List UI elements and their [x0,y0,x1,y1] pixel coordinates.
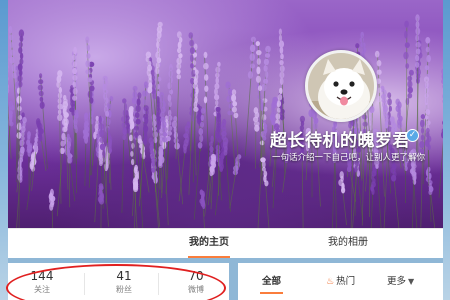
lavender-field-illustration [8,14,443,228]
page-background-left [0,0,8,300]
verified-icon: ✓ [406,129,419,142]
avatar[interactable] [305,50,377,122]
fire-icon: ♨ [326,277,335,287]
tab-my-album[interactable]: 我的相册 [318,229,378,258]
page-background-right [443,0,450,300]
chevron-down-icon: ▼ [408,277,415,286]
profile-header-card: 超长待机的魄罗君 ✓ 一句话介绍一下自己吧，让别人更了解你 我的主页 我的相册 [8,0,443,258]
filter-more-label: 更多 [387,276,407,287]
tab-my-home[interactable]: 我的主页 [184,229,234,258]
profile-bio[interactable]: 一句话介绍一下自己吧，让别人更了解你 [272,151,425,163]
profile-nickname: 超长待机的魄罗君 [270,131,410,151]
feed-filter-bar: 全部 ♨ 热门 更多 ▼ [238,263,443,300]
filter-hot-label: 热门 [336,276,356,287]
filter-more-dropdown[interactable]: 更多 ▼ [387,273,414,287]
cover-image [8,0,443,228]
filter-hot-tab[interactable]: ♨ 热门 [326,273,355,287]
filter-all-tab[interactable]: 全部 [259,273,284,294]
profile-tabs: 我的主页 我的相册 [8,228,443,258]
